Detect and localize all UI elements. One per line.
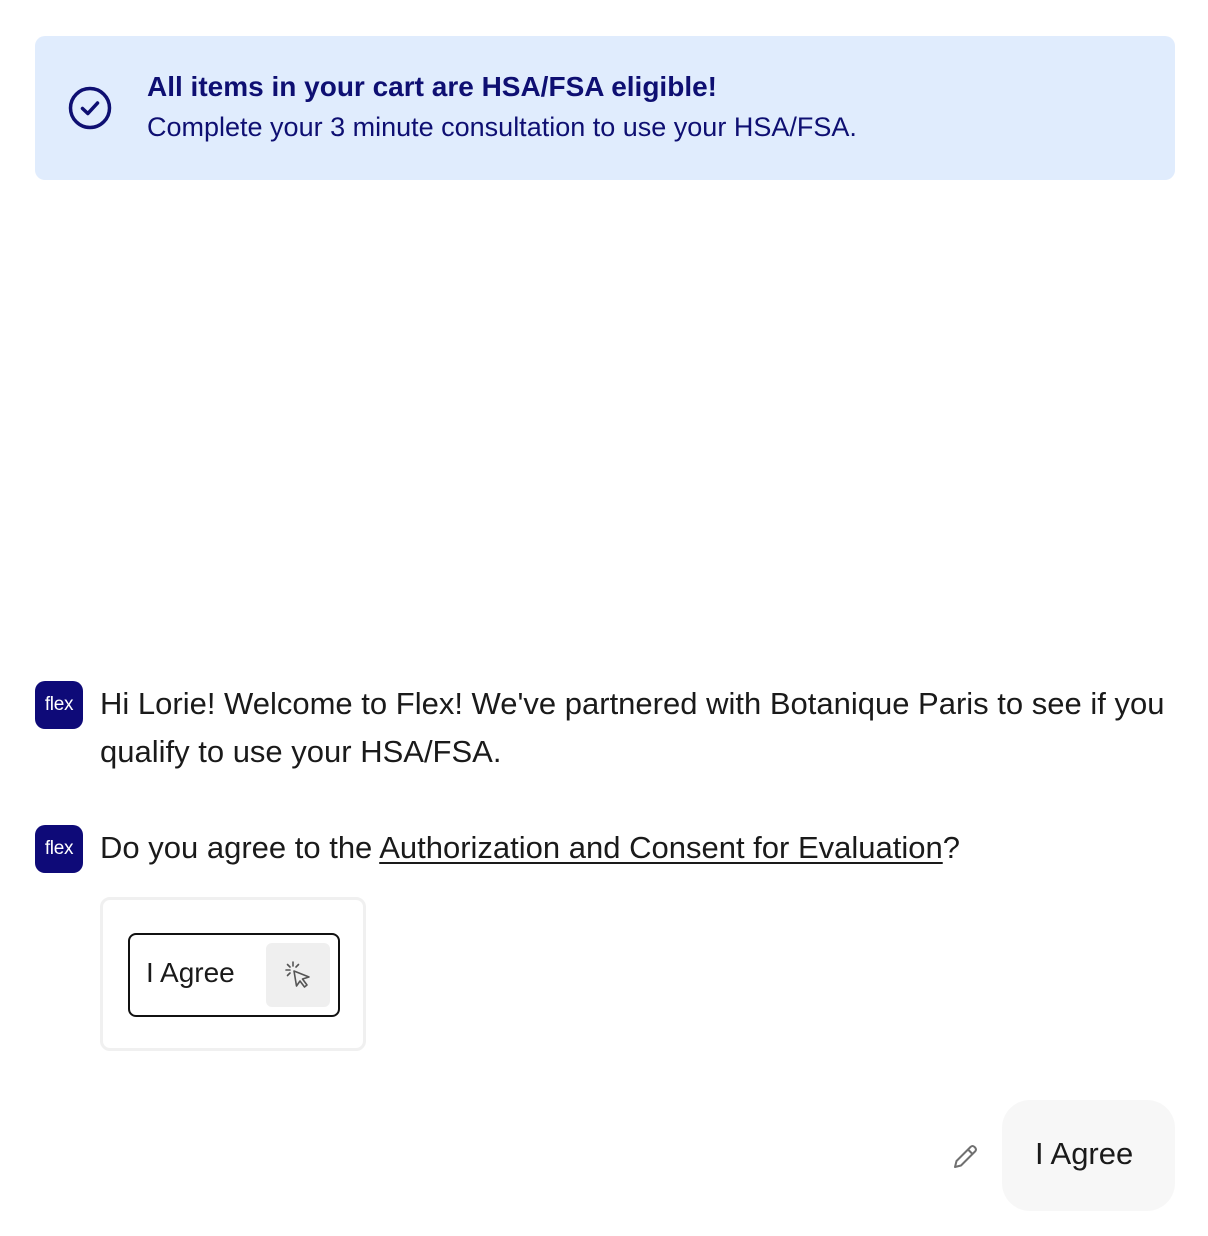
- choice-card: I Agree: [100, 897, 366, 1051]
- flex-avatar: flex: [35, 825, 83, 873]
- flex-avatar: flex: [35, 681, 83, 729]
- consent-prefix: Do you agree to the: [100, 830, 380, 865]
- i-agree-button-label: I Agree: [146, 957, 235, 988]
- consent-link[interactable]: Authorization and Consent for Evaluation: [379, 830, 943, 865]
- i-agree-button[interactable]: I Agree: [128, 933, 340, 1017]
- banner-title: All items in your cart are HSA/FSA eligi…: [147, 71, 717, 102]
- consent-suffix: ?: [942, 830, 960, 865]
- bot-message-consent: Do you agree to the Authorization and Co…: [100, 824, 1180, 872]
- banner-subtitle: Complete your 3 minute consultation to u…: [147, 112, 857, 142]
- user-reply-text: I Agree: [1035, 1136, 1134, 1171]
- check-circle-icon: [68, 86, 112, 130]
- pointer-click-icon: [266, 943, 330, 1007]
- hsa-fsa-eligibility-banner: All items in your cart are HSA/FSA eligi…: [35, 36, 1175, 180]
- bot-message-welcome: Hi Lorie! Welcome to Flex! We've partner…: [100, 686, 1165, 769]
- user-reply-bubble: I Agree: [1002, 1100, 1175, 1211]
- pencil-icon[interactable]: [948, 1140, 982, 1174]
